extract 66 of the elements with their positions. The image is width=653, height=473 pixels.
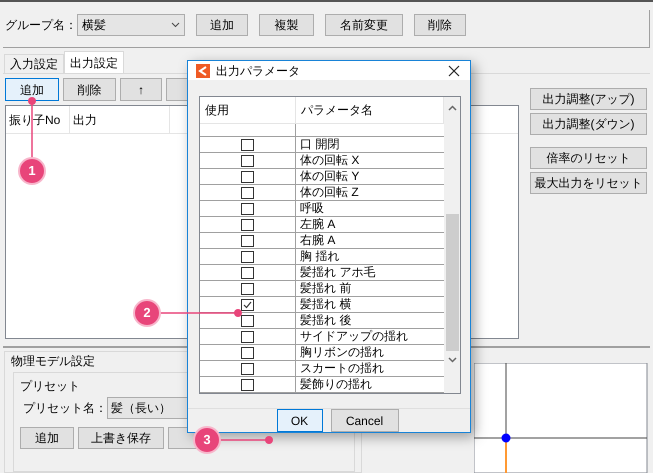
checkbox[interactable] [241,218,254,230]
table-cell-text: 呼吸 [299,201,324,216]
button[interactable]: ↑ [120,78,162,102]
table-cell-text: 胸リボンの揺れ [299,345,384,360]
checkbox[interactable] [241,378,254,390]
button[interactable]: 追加 [20,427,74,449]
table-cell-text: 左腕 A [299,217,336,232]
button[interactable]: 複製 [259,14,314,36]
group-select[interactable]: 横髪 [77,14,185,36]
button[interactable]: 上書き保存 [78,427,164,449]
scroll-up-icon[interactable] [448,105,456,111]
table-cell-text: 体の回転 Z [299,185,359,200]
checkbox[interactable] [241,282,254,294]
group-label: グループ名： [4,17,77,34]
table-cell-text: 胸 揺れ [299,249,340,264]
button[interactable]: 名前変更 [325,14,403,36]
scrollbar[interactable] [444,97,460,393]
tab[interactable]: 出力設定 [64,51,124,74]
close-icon[interactable] [448,64,460,76]
leader-line [220,436,273,444]
checkbox[interactable] [241,266,254,278]
table-cell-text: 右腕 A [299,233,336,248]
table-cell-text: 髪飾りの揺れ [299,377,372,392]
scroll-thumb[interactable] [446,214,458,351]
checkbox[interactable] [241,346,254,358]
table-cell-text: 髪揺れ 横 [299,297,352,312]
checkbox[interactable] [241,250,254,262]
checkbox[interactable] [241,314,254,326]
table-cell-text: 髪揺れ アホ毛 [299,265,376,280]
button[interactable]: 削除 [414,14,466,36]
checkbox[interactable] [241,170,254,182]
checkbox[interactable] [241,154,254,166]
checkbox[interactable] [241,202,254,214]
checkbox[interactable] [241,138,254,150]
button[interactable]: OK [276,409,322,432]
table-cell-text: スカートの揺れ [299,361,384,376]
table-cell-text: 体の回転 Y [299,169,360,184]
dialog-title: 出力パラメータ [216,62,300,80]
checkbox[interactable] [241,330,254,342]
column-header[interactable]: 使用 [200,97,296,123]
button[interactable]: 削除 [63,78,116,102]
button[interactable]: 倍率のリセット [530,147,647,170]
chevron-down-icon [171,22,180,28]
button[interactable]: 出力調整(ダウン) [530,113,647,136]
button[interactable]: 追加 [196,14,248,36]
checkbox[interactable] [241,298,254,310]
group-title: プリセット [20,378,80,395]
preset-label: プリセット名： [23,400,107,417]
checkbox[interactable] [241,362,254,374]
button[interactable]: 追加 [5,78,59,102]
button[interactable]: 最大出力をリセット [530,172,647,194]
table-cell-text: 髪揺れ 前 [299,281,352,296]
table-cell-text: 口 開閉 [299,137,340,152]
section-title: 物理モデル設定 [11,353,95,370]
button[interactable]: 出力調整(アップ) [530,88,647,110]
table-cell-text: 髪揺れ 後 [299,313,352,328]
table-cell-text: 体の回転 X [299,153,360,168]
scroll-down-icon[interactable] [448,357,456,363]
checkbox[interactable] [241,186,254,198]
checkbox[interactable] [241,234,254,246]
tab[interactable]: 入力設定 [4,54,64,74]
table-cell-text: サイドアップの揺れ [299,329,408,344]
app-logo-icon [196,64,210,78]
column-header[interactable]: 振り子No [6,106,70,134]
button[interactable]: Cancel [330,409,398,432]
column-header[interactable]: 出力 [70,106,170,134]
